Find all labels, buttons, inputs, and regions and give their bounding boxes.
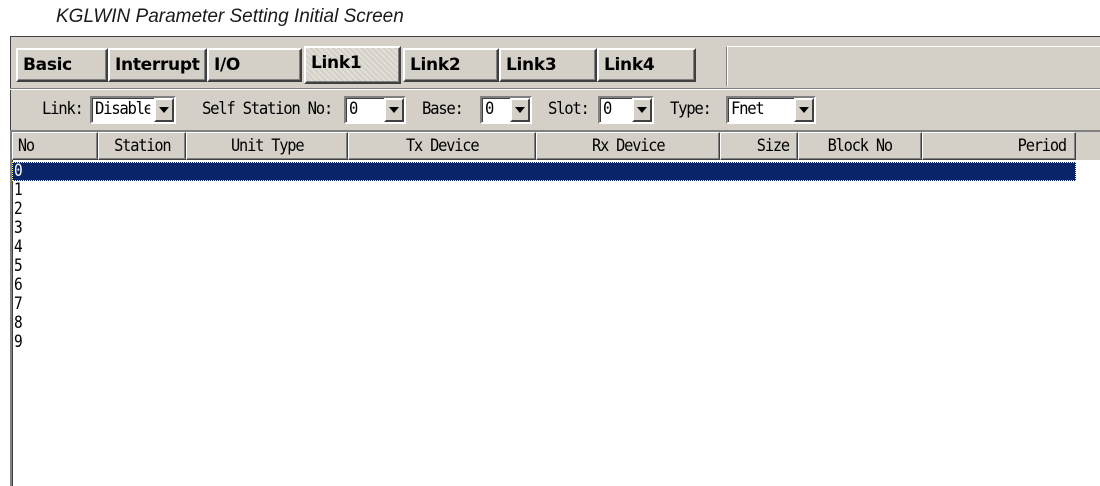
- table-row[interactable]: 8: [12, 314, 1076, 333]
- type-select[interactable]: Fnet: [726, 96, 816, 124]
- row-number: 6: [14, 275, 23, 295]
- tab-strip-filler: [726, 46, 1100, 86]
- column-header-size-label: Size: [757, 136, 790, 156]
- grid-rows: 0 1 2 3 4 5 6 7 8 9: [12, 162, 1100, 486]
- slot-select[interactable]: 0: [598, 96, 654, 124]
- base-label: Base:: [422, 99, 464, 119]
- chevron-down-icon[interactable]: [510, 98, 530, 122]
- tab-io[interactable]: I/O: [207, 48, 302, 82]
- table-row[interactable]: 0: [12, 162, 1076, 181]
- slot-label: Slot:: [548, 99, 590, 119]
- row-number: 2: [14, 199, 23, 219]
- self-station-select[interactable]: 0: [344, 96, 406, 124]
- column-header-tx-device[interactable]: Tx Device: [348, 132, 536, 160]
- column-header-station[interactable]: Station: [98, 132, 186, 160]
- column-header-unit-type-label: Unit Type: [230, 136, 305, 156]
- tab-link4[interactable]: Link4: [597, 48, 696, 82]
- slot-value: 0: [603, 99, 612, 119]
- grid-header: No Station Unit Type Tx Device Rx Device…: [12, 132, 1100, 160]
- link-tab-strip: Basic Interrupt I/O Link1 Link2 Link3 Li…: [16, 46, 1100, 86]
- column-header-period[interactable]: Period: [922, 132, 1076, 160]
- column-header-size[interactable]: Size: [720, 132, 798, 160]
- chevron-down-icon[interactable]: [154, 98, 174, 122]
- tab-link3[interactable]: Link3: [499, 48, 597, 82]
- table-row[interactable]: 2: [12, 200, 1076, 219]
- link-label: Link:: [42, 99, 84, 119]
- row-number: 7: [14, 294, 23, 314]
- base-value: 0: [485, 99, 494, 119]
- column-header-rx-device[interactable]: Rx Device: [536, 132, 720, 160]
- row-number: 9: [14, 332, 23, 352]
- row-number: 3: [14, 218, 23, 238]
- column-header-tx-device-label: Tx Device: [405, 136, 480, 156]
- link-parameter-grid: No Station Unit Type Tx Device Rx Device…: [10, 130, 1100, 486]
- table-row[interactable]: 9: [12, 333, 1076, 352]
- column-header-no[interactable]: No: [12, 132, 98, 160]
- column-header-period-label: Period: [1018, 136, 1067, 156]
- base-select[interactable]: 0: [480, 96, 532, 124]
- column-header-block-no-label: Block No: [827, 136, 894, 156]
- link-options-bar: Link: Disable Self Station No: 0 Base: 0…: [10, 90, 1100, 128]
- tab-link1[interactable]: Link1: [304, 46, 401, 84]
- parameter-window: Basic Interrupt I/O Link1 Link2 Link3 Li…: [8, 34, 1100, 486]
- row-number: 5: [14, 256, 23, 276]
- row-number: 0: [14, 161, 23, 181]
- column-header-station-label: Station: [113, 136, 171, 156]
- row-number: 4: [14, 237, 23, 257]
- table-row[interactable]: 7: [12, 295, 1076, 314]
- figure-caption: KGLWIN Parameter Setting Initial Screen: [56, 6, 404, 27]
- column-header-block-no[interactable]: Block No: [798, 132, 922, 160]
- row-number: 8: [14, 313, 23, 333]
- type-label: Type:: [670, 99, 712, 119]
- table-row[interactable]: 3: [12, 219, 1076, 238]
- table-row[interactable]: 4: [12, 238, 1076, 257]
- table-row[interactable]: 6: [12, 276, 1076, 295]
- table-row[interactable]: 5: [12, 257, 1076, 276]
- column-header-unit-type[interactable]: Unit Type: [186, 132, 348, 160]
- table-row[interactable]: 1: [12, 181, 1076, 200]
- type-value: Fnet: [731, 99, 764, 119]
- column-header-no-label: No: [17, 136, 35, 156]
- tab-link2[interactable]: Link2: [403, 48, 499, 82]
- column-header-rx-device-label: Rx Device: [591, 136, 666, 156]
- link-enable-select[interactable]: Disable: [90, 96, 176, 124]
- self-station-value: 0: [349, 99, 358, 119]
- chevron-down-icon[interactable]: [632, 98, 652, 122]
- row-number: 1: [14, 180, 23, 200]
- tab-interrupt[interactable]: Interrupt: [108, 48, 207, 82]
- link-enable-value: Disable: [95, 99, 151, 119]
- chevron-down-icon[interactable]: [794, 98, 814, 122]
- chevron-down-icon[interactable]: [384, 98, 404, 122]
- self-station-label: Self Station No:: [202, 99, 333, 119]
- tab-basic[interactable]: Basic: [16, 48, 108, 82]
